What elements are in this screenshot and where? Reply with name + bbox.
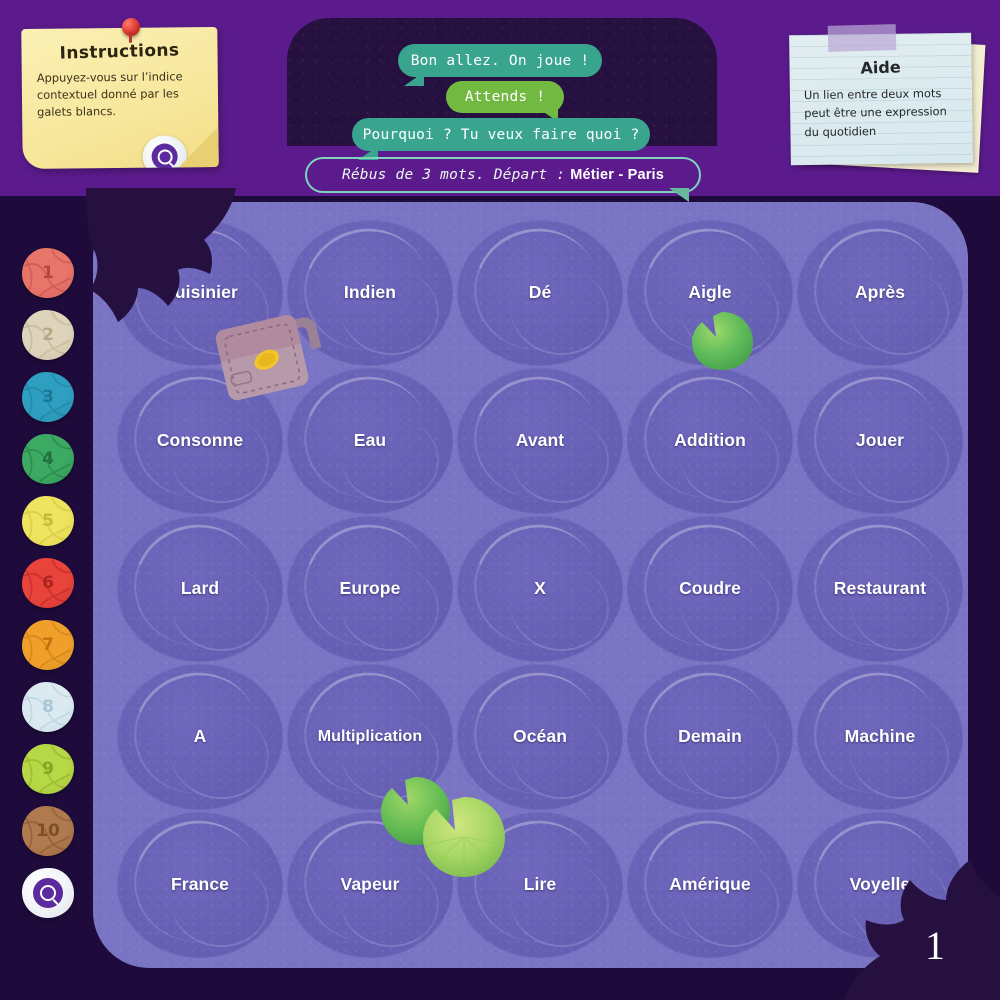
word-cell-label: Voyelle: [849, 874, 911, 895]
chat-bubble: Bon allez. On joue !: [398, 44, 602, 86]
token-pebble-label: 7: [42, 635, 54, 655]
word-cell[interactable]: X: [457, 516, 623, 662]
word-cell-label: Restaurant: [833, 578, 927, 599]
page-number: 1: [925, 923, 945, 968]
chat-bubble: Pourquoi ? Tu veux faire quoi ?: [352, 118, 650, 160]
puzzle-prompt-text: Rébus de 3 mots. Départ :: [341, 167, 566, 183]
word-cell-label: A: [193, 726, 207, 747]
word-cell[interactable]: Avant: [457, 368, 623, 514]
token-pebble-9[interactable]: 9: [22, 744, 74, 794]
chat-bubble-text: Pourquoi ? Tu veux faire quoi ?: [362, 126, 640, 143]
word-cell[interactable]: Demain: [627, 664, 793, 810]
aide-body: Un lien entre deux mots peut être une ex…: [803, 86, 947, 140]
word-cell[interactable]: Lard: [117, 516, 283, 662]
word-cell-label: Jouer: [855, 430, 905, 451]
tape-strip-icon: [827, 24, 897, 52]
pushpin-icon: [122, 18, 140, 43]
instructions-body: Appuyez-vous sur l’indice contextuel don…: [36, 69, 183, 120]
token-pebble-label: 5: [42, 511, 54, 531]
word-cell[interactable]: Océan: [457, 664, 623, 810]
token-pebble-7[interactable]: 7: [22, 620, 74, 670]
word-cell[interactable]: Après: [797, 220, 963, 366]
word-cell[interactable]: Lire: [457, 812, 623, 958]
word-cell-label: Vapeur: [340, 874, 400, 895]
word-cell-label: France: [171, 874, 229, 895]
word-cell-label: Machine: [844, 726, 916, 747]
token-pebble-2[interactable]: 2: [22, 310, 74, 360]
word-cell[interactable]: Indien: [287, 220, 453, 366]
puzzle-prompt-start-words: Métier - Paris: [570, 167, 665, 183]
aide-note: Aide Un lien entre deux mots peut être u…: [789, 32, 973, 166]
word-cell-label: Addition: [674, 430, 746, 451]
magnifier-badge: [33, 878, 63, 908]
word-cell-label: X: [534, 578, 546, 599]
word-cell[interactable]: Jouer: [797, 368, 963, 514]
word-board: Cuisinier Indien Dé Aigle Après Consonne Eau Av…: [93, 202, 968, 968]
word-cell-label: Consonne: [156, 430, 244, 451]
word-cell[interactable]: Europe: [287, 516, 453, 662]
word-cell-label: Océan: [513, 726, 567, 747]
instructions-note: Instructions Appuyez-vous sur l’indice c…: [21, 26, 219, 170]
magnifier-icon: [157, 148, 173, 165]
word-cell[interactable]: Dé: [457, 220, 623, 366]
page-root: Bon allez. On joue ! Attends ! Pourquoi …: [0, 0, 1000, 1000]
word-cell-label: Indien: [343, 282, 397, 303]
token-pebble-6[interactable]: 6: [22, 558, 74, 608]
token-pebble-label: 9: [42, 759, 54, 779]
word-cell[interactable]: Cuisinier: [117, 220, 283, 366]
token-pebble-4[interactable]: 4: [22, 434, 74, 484]
magnifier-icon: [40, 885, 56, 901]
word-cell-label: Lard: [180, 578, 220, 599]
word-cell-label: Aigle: [688, 282, 732, 303]
token-pebble-label: 10: [36, 821, 60, 841]
word-cell[interactable]: Vapeur: [287, 812, 453, 958]
token-pebble-3[interactable]: 3: [22, 372, 74, 422]
magnifier-pebble-icon: [142, 135, 187, 170]
word-grid: Cuisinier Indien Dé Aigle Après Consonne Eau Av…: [93, 202, 968, 968]
word-cell-label: Europe: [339, 578, 401, 599]
word-cell[interactable]: Consonne: [117, 368, 283, 514]
word-cell[interactable]: A: [117, 664, 283, 810]
token-pebble-5[interactable]: 5: [22, 496, 74, 546]
word-cell-label: Dé: [528, 282, 552, 303]
token-rail: 1 2 3 4 5 6 7 8 9 10: [22, 248, 78, 928]
word-cell[interactable]: France: [117, 812, 283, 958]
token-pebble-label: 8: [42, 697, 54, 717]
token-pebble-1[interactable]: 1: [22, 248, 74, 298]
puzzle-prompt-bubble: Rébus de 3 mots. Départ : Métier - Paris: [305, 157, 701, 202]
token-pebble-8[interactable]: 8: [22, 682, 74, 732]
magnifier-badge: [151, 143, 178, 170]
hint-token-pebble[interactable]: [22, 868, 74, 918]
word-cell-label: Cuisinier: [162, 282, 238, 303]
token-pebble-label: 2: [42, 325, 54, 345]
word-cell[interactable]: Multiplication: [287, 664, 453, 810]
word-cell-label: Coudre: [679, 578, 741, 599]
word-cell[interactable]: Amérique: [627, 812, 793, 958]
word-cell[interactable]: Eau: [287, 368, 453, 514]
chat-bubble-text: Bon allez. On joue !: [410, 52, 590, 69]
chat-bubble-text: Attends !: [464, 89, 546, 105]
word-cell-label: Avant: [515, 430, 565, 451]
word-cell[interactable]: Addition: [627, 368, 793, 514]
token-pebble-label: 4: [42, 449, 54, 469]
token-pebble-label: 6: [42, 573, 54, 593]
word-cell-label: Eau: [353, 430, 387, 451]
token-pebble-10[interactable]: 10: [22, 806, 74, 856]
word-cell-label: Demain: [678, 726, 742, 747]
word-cell-label: Lire: [523, 874, 557, 895]
word-cell-label: Multiplication: [317, 728, 423, 746]
word-cell[interactable]: Restaurant: [797, 516, 963, 662]
word-cell[interactable]: Machine: [797, 664, 963, 810]
chat-bubble: Attends !: [446, 81, 564, 122]
word-cell-label: Après: [854, 282, 906, 303]
token-pebble-label: 3: [42, 387, 54, 407]
token-pebble-label: 1: [42, 263, 54, 283]
word-cell[interactable]: Aigle: [627, 220, 793, 366]
word-cell-label: Amérique: [669, 874, 751, 895]
word-cell[interactable]: Coudre: [627, 516, 793, 662]
